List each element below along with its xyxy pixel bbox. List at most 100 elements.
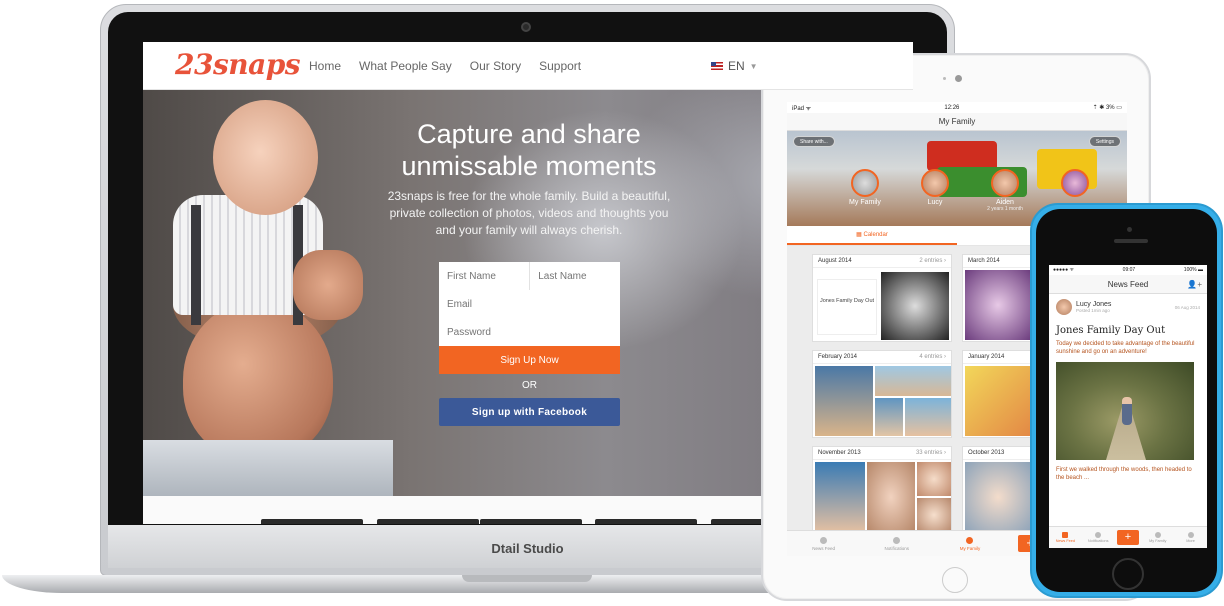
person-icon: [966, 536, 974, 544]
iphone-speaker: [1114, 239, 1148, 243]
tab-notifications[interactable]: Notifications: [1084, 532, 1112, 543]
first-name-input[interactable]: [439, 262, 530, 290]
add-entry-button[interactable]: +: [1116, 530, 1139, 545]
member-name: My Family: [849, 199, 881, 206]
avatar: [921, 169, 949, 197]
member-my-family[interactable]: My Family: [835, 169, 895, 206]
card-month: February 2014: [818, 354, 858, 360]
member-age: 2 years 1 month: [987, 206, 1023, 212]
laptop-notch: [462, 575, 592, 582]
tab-label: More: [1186, 539, 1195, 543]
or-divider: OR: [522, 380, 537, 391]
post-body: Today we decided to take advantage of th…: [1056, 341, 1195, 355]
baby-head: [213, 100, 318, 215]
tab-news-feed[interactable]: News Feed: [1051, 532, 1079, 543]
press-logo-3: [480, 519, 582, 524]
signal-icon: ●●●●● ᯤ: [1053, 267, 1075, 273]
tab-notifications[interactable]: Notifications: [872, 536, 922, 551]
avatar: [1056, 299, 1072, 315]
member-lucy[interactable]: Lucy: [905, 169, 965, 206]
tab-label: Notifications: [884, 545, 910, 551]
tab-calendar[interactable]: ▦ Calendar: [787, 226, 957, 245]
avatar: [1061, 169, 1089, 197]
iphone-status-time: 09:07: [1122, 267, 1136, 273]
tab-label: My Family: [959, 545, 981, 551]
ipad-home-button[interactable]: [942, 567, 968, 593]
chevron-right-icon: ›: [944, 258, 946, 264]
iphone-home-button[interactable]: [1112, 558, 1144, 590]
email-input[interactable]: [439, 290, 620, 318]
card-month: November 2013: [818, 450, 861, 456]
press-logo-1: [261, 519, 363, 524]
ipad-status-carrier: iPad ᯤ: [792, 105, 812, 112]
tab-label: My Family: [1149, 539, 1167, 543]
add-person-icon[interactable]: 👤+: [1187, 275, 1202, 294]
iphone-screen: ●●●●● ᯤ 09:07 100% ▬ News Feed 👤+ Lucy J…: [1049, 265, 1207, 548]
card-header: February 2014 4 entries ›: [813, 351, 951, 364]
share-with-button[interactable]: Share with...: [793, 136, 835, 147]
post-posted: Posted 1min ago: [1076, 308, 1110, 313]
post-header: Lucy Jones Posted 1min ago 06 Aug 2014: [1056, 299, 1200, 315]
site-logo[interactable]: 23snaps: [175, 48, 301, 81]
card-month: January 2014: [968, 354, 1005, 360]
tab-my-family[interactable]: My Family: [1144, 532, 1172, 543]
ipad-status-battery: ⇡ ✱ 3% ▭: [1092, 105, 1122, 111]
card-photo: [875, 398, 903, 436]
family-icon: [851, 169, 879, 197]
sign-up-button[interactable]: Sign Up Now: [439, 346, 620, 374]
card-month: March 2014: [968, 258, 1000, 264]
card-header: August 2014 2 entries ›: [813, 255, 951, 268]
photo-child: [1122, 397, 1132, 425]
laptop-camera: [521, 22, 531, 32]
language-selector[interactable]: EN ▼: [711, 59, 758, 73]
chevron-down-icon: ▼: [749, 61, 758, 71]
card-photo: [815, 366, 873, 436]
card-photo: [875, 366, 951, 396]
iphone-page-title: News Feed: [1107, 280, 1149, 289]
facebook-signup-button[interactable]: Sign up with Facebook: [439, 398, 620, 426]
tab-my-family[interactable]: My Family: [945, 536, 995, 551]
tab-more[interactable]: More: [1177, 532, 1205, 543]
month-card-november-2013[interactable]: November 2013 33 entries ›: [812, 446, 952, 534]
feed-post[interactable]: Lucy Jones Posted 1min ago 06 Aug 2014 J…: [1049, 294, 1207, 487]
card-photo: [867, 462, 915, 532]
ipad-sensor: [943, 77, 946, 80]
password-input[interactable]: [439, 318, 620, 346]
nav-what-people-say[interactable]: What People Say: [359, 59, 452, 73]
nav-support[interactable]: Support: [539, 59, 581, 73]
month-card-august-2014[interactable]: August 2014 2 entries › Jones Family Day…: [812, 254, 952, 342]
tab-label: Notifications: [1087, 539, 1109, 543]
nav-our-story[interactable]: Our Story: [470, 59, 521, 73]
card-photo: [965, 366, 1031, 436]
post-date: 06 Aug 2014: [1174, 304, 1200, 310]
baby-hand: [293, 250, 363, 320]
avatar: [991, 169, 1019, 197]
iphone-device: ●●●●● ᯤ 09:07 100% ▬ News Feed 👤+ Lucy J…: [1030, 203, 1223, 598]
name-row: [439, 262, 620, 290]
last-name-input[interactable]: [529, 262, 620, 290]
member-extra[interactable]: [1045, 169, 1105, 199]
ipad-page-title: My Family: [787, 113, 1127, 131]
card-month: October 2013: [968, 450, 1005, 456]
ipad-camera: [955, 75, 962, 82]
post-footer: First we walked through the woods, then …: [1056, 467, 1192, 481]
settings-button[interactable]: Settings: [1088, 136, 1121, 147]
member-name: Lucy: [927, 199, 943, 206]
month-card-february-2014[interactable]: February 2014 4 entries ›: [812, 350, 952, 438]
post-author: Lucy Jones: [1076, 301, 1112, 308]
member-aiden[interactable]: Aiden 2 years 1 month: [975, 169, 1035, 212]
flag-us-icon: [711, 62, 723, 70]
post-author-block: Lucy Jones Posted 1min ago: [1076, 301, 1111, 313]
nav-home[interactable]: Home: [309, 59, 341, 73]
hero-title: Capture and share unmissable moments: [401, 119, 657, 181]
iphone-status-battery: 100% ▬: [1183, 267, 1203, 273]
baby-strap-left: [191, 205, 201, 325]
press-logo-2: [377, 519, 479, 524]
password-row: [439, 318, 620, 346]
ipad-status-time: 12:26: [944, 104, 960, 111]
site-header: 23snaps Home What People Say Our Story S…: [143, 42, 913, 90]
father-shirt: [143, 440, 393, 496]
tab-news-feed[interactable]: News Feed: [799, 536, 849, 551]
list-icon: [820, 536, 828, 544]
card-header: November 2013 33 entries ›: [813, 447, 951, 460]
